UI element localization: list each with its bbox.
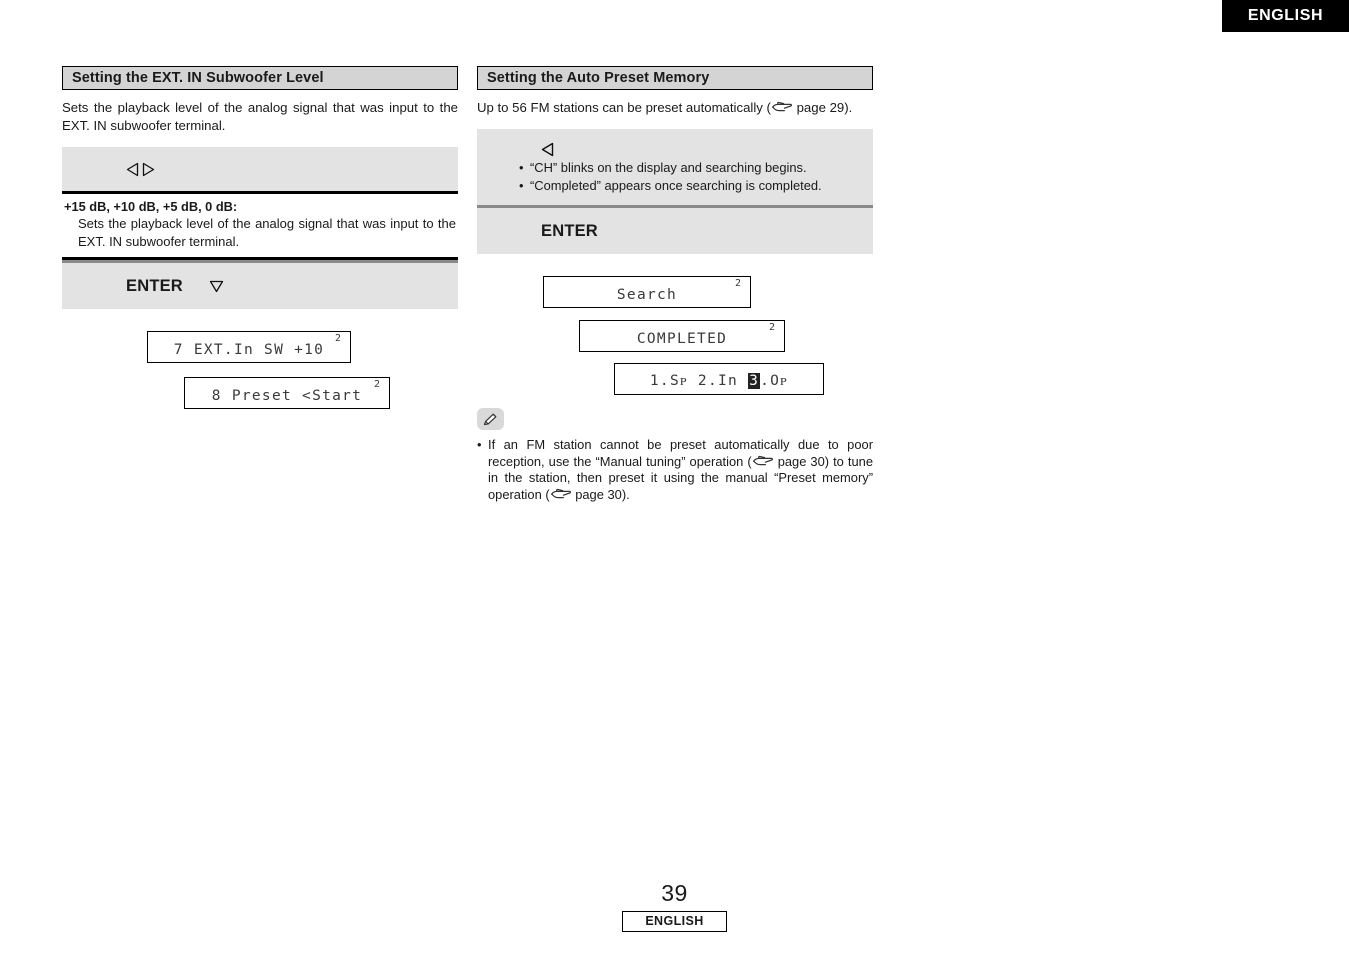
lcd-display-ext-in-sw: 7 EXT.In SW +10 2 <box>147 331 351 363</box>
intro-paragraph-right: Up to 56 FM stations can be preset autom… <box>477 99 873 117</box>
bullet-dot: • <box>519 178 524 193</box>
operation-panel-left: +15 dB, +10 dB, +5 dB, 0 dB: Sets the pl… <box>62 147 458 309</box>
lcd-superscript: 2 <box>373 379 380 390</box>
lcd-text-part1: 1.Sᴘ 2.In <box>649 373 749 389</box>
lcd-display-completed: COMPLETED 2 <box>579 320 785 352</box>
pencil-icon <box>477 408 504 430</box>
lcd-superscript: 2 <box>334 333 341 344</box>
lcd-text: 1.Sᴘ 2.In 3.Oᴘ <box>615 373 823 390</box>
footer-language-badge: ENGLISH <box>622 911 727 932</box>
enter-button-label-right[interactable]: ENTER <box>541 222 598 241</box>
operation-panel-right: • “CH” blinks on the display and searchi… <box>477 129 873 254</box>
lcd-text-part2: .Oᴘ <box>760 373 789 389</box>
pointing-hand-icon <box>752 455 773 465</box>
pointing-hand-icon <box>771 101 792 112</box>
section-heading-ext-in-subwoofer: Setting the EXT. IN Subwoofer Level <box>62 66 458 90</box>
section-heading-auto-preset-memory: Setting the Auto Preset Memory <box>477 66 873 90</box>
note-segment-3: page 30). <box>571 486 630 502</box>
lcd-superscript: 2 <box>768 322 775 333</box>
panel-row-arrows <box>62 147 458 191</box>
lcd-display-search: Search 2 <box>543 276 751 308</box>
right-triangle-icon[interactable] <box>142 162 155 177</box>
note-paragraph: • If an FM station cannot be preset auto… <box>477 437 873 503</box>
section-heading-label: Setting the Auto Preset Memory <box>487 70 710 86</box>
lcd-text: 7 EXT.In SW +10 <box>173 342 325 358</box>
lcd-text: Search <box>616 287 678 303</box>
pointing-hand-icon <box>550 488 571 498</box>
list-item: • “Completed” appears once searching is … <box>519 177 873 195</box>
note-block: • If an FM station cannot be preset auto… <box>477 408 873 503</box>
lcd-superscript: 2 <box>734 278 741 289</box>
bullet-dot: • <box>519 160 524 175</box>
bullet-text: “Completed” appears once searching is co… <box>530 178 822 193</box>
intro-text-before: Up to 56 FM stations can be preset autom… <box>477 100 771 115</box>
panel-row-arrow-right <box>477 129 873 159</box>
intro-text-after: page 29). <box>792 100 853 115</box>
page-number: 39 <box>661 880 688 906</box>
display-group-left: 7 EXT.In SW +10 2 8 Preset <Start 2 <box>62 331 458 441</box>
panel-row-enter-left: ENTER <box>62 263 458 309</box>
language-tab-label: ENGLISH <box>1247 7 1324 24</box>
left-column: Setting the EXT. IN Subwoofer Level Sets… <box>62 66 458 441</box>
lcd-display-menu-options: 1.Sᴘ 2.In 3.Oᴘ <box>614 363 824 395</box>
note-body: If an FM station cannot be preset automa… <box>488 437 873 503</box>
down-triangle-icon[interactable] <box>209 280 224 293</box>
panel-row-enter-right: ENTER <box>477 208 873 254</box>
intro-paragraph-left: Sets the playback level of the analog si… <box>62 100 458 133</box>
enter-button-label-left[interactable]: ENTER <box>126 277 183 296</box>
lcd-highlighted-item: 3 <box>748 373 761 389</box>
definition-description: Sets the playback level of the analog si… <box>78 216 456 249</box>
right-column: Setting the Auto Preset Memory Up to 56 … <box>477 66 873 503</box>
panel-bullet-list: • “CH” blinks on the display and searchi… <box>477 159 873 205</box>
lcd-display-preset-start: 8 Preset <Start 2 <box>184 377 390 409</box>
section-heading-label: Setting the EXT. IN Subwoofer Level <box>72 70 324 86</box>
left-triangle-icon[interactable] <box>541 142 554 157</box>
lcd-text: 8 Preset <Start <box>211 388 363 404</box>
display-group-right: Search 2 COMPLETED 2 1.Sᴘ 2.In 3.Oᴘ <box>477 276 873 404</box>
left-triangle-icon[interactable] <box>126 162 139 177</box>
list-item: • “CH” blinks on the display and searchi… <box>519 159 873 177</box>
bullet-dot: • <box>477 437 482 452</box>
bullet-text: “CH” blinks on the display and searching… <box>530 160 807 175</box>
footer: 39 ENGLISH <box>0 880 1349 932</box>
definition-block: +15 dB, +10 dB, +5 dB, 0 dB: Sets the pl… <box>62 191 458 260</box>
lcd-text: COMPLETED <box>636 331 728 347</box>
language-tab: ENGLISH <box>1222 0 1349 32</box>
definition-term: +15 dB, +10 dB, +5 dB, 0 dB: <box>64 199 238 214</box>
